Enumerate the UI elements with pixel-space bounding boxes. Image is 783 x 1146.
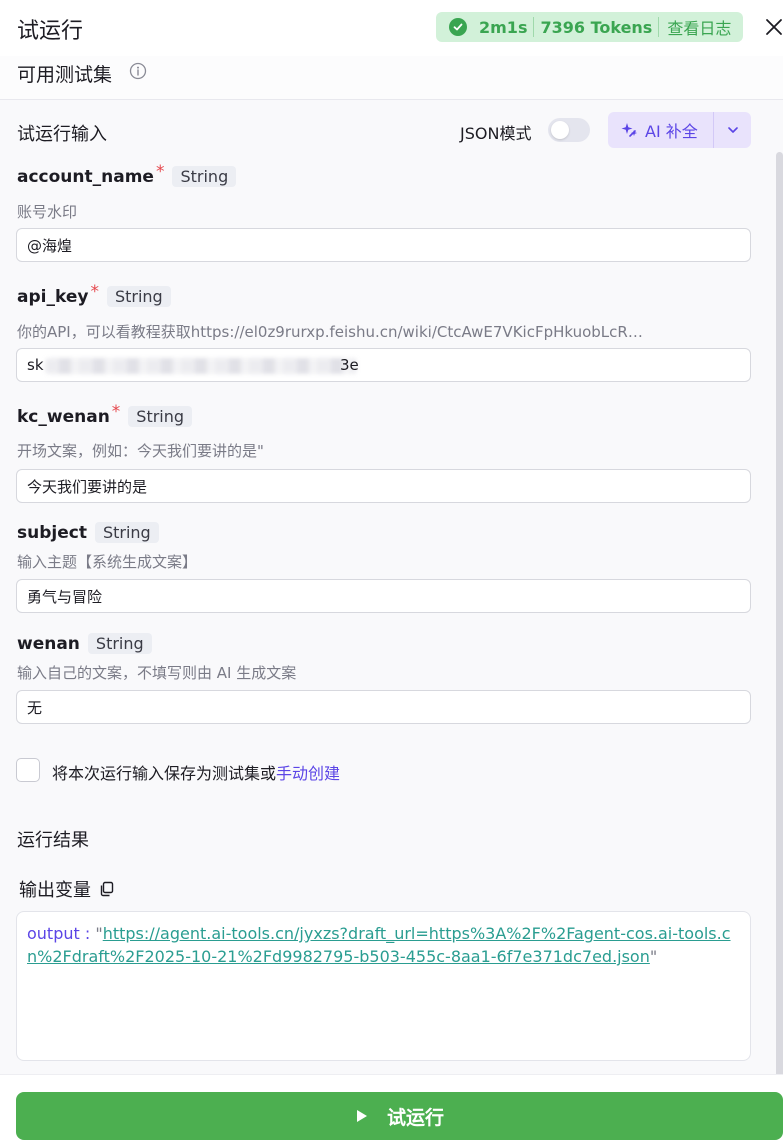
input-value: @海煌 (27, 236, 73, 255)
type-tag: String (94, 522, 159, 543)
scrollbar[interactable] (776, 152, 783, 1074)
input-value: sk (27, 356, 44, 374)
manual-create-link[interactable]: 手动创建 (276, 764, 340, 783)
input-value: 无 (27, 698, 43, 717)
subject-input[interactable]: 勇气与冒险 (16, 579, 751, 613)
play-icon (356, 1110, 367, 1122)
results-title: 运行结果 (17, 830, 89, 851)
json-mode-label: JSON模式 (460, 124, 532, 143)
field-description: 你的API，可以看教程获取https://el0z9rurxp.feishu.c… (17, 323, 643, 341)
output-variables-title: 输出变量 (19, 876, 115, 902)
run-status-badge: 2m1s 7396 Tokens 查看日志 (436, 12, 743, 42)
required-mark: * (90, 281, 99, 302)
field-name: account_name (17, 166, 154, 187)
output-title-text: 输出变量 (19, 880, 91, 901)
test-sets-label: 可用测试集 (17, 64, 113, 86)
separator (658, 17, 660, 37)
wenan-input[interactable]: 无 (16, 690, 751, 724)
field-description: 输入主题【系统生成文案】 (17, 553, 198, 571)
field-label-account-name: account_name * String (17, 162, 237, 187)
required-mark: * (111, 401, 121, 422)
test-sets-bar[interactable]: 可用测试集 (0, 56, 783, 100)
type-tag: String (172, 166, 237, 187)
check-circle-icon (449, 18, 467, 36)
save-option-text: 将本次运行输入保存为测试集或 (52, 764, 277, 783)
info-icon[interactable] (129, 62, 147, 80)
input-value: 今天我们要讲的是 (27, 477, 148, 496)
header: 试运行 2m1s 7396 Tokens 查看日志 (0, 0, 783, 56)
type-tag: String (128, 406, 193, 427)
close-icon[interactable] (764, 17, 783, 37)
field-description: 输入自己的文案，不填写则由 AI 生成文案 (17, 664, 297, 682)
sparkle-icon (621, 123, 637, 137)
chevron-down-icon (727, 127, 738, 133)
run-button-label: 试运行 (386, 1106, 444, 1129)
ai-complete-button[interactable]: AI 补全 (608, 112, 751, 148)
ai-complete-main[interactable]: AI 补全 (608, 112, 714, 148)
field-name: subject (17, 522, 87, 543)
view-logs-link[interactable]: 查看日志 (665, 15, 731, 39)
output-key: output (27, 924, 80, 943)
json-mode-toggle[interactable] (548, 118, 590, 142)
field-name: api_key (17, 286, 89, 307)
input-section-title: 试运行输入 (17, 124, 107, 145)
content-panel: 可用测试集 试运行输入 JSON模式 AI 补全 account_name * S… (0, 56, 783, 1074)
save-as-test-set-checkbox[interactable] (16, 758, 40, 782)
ai-complete-dropdown[interactable] (714, 123, 751, 137)
toggle-knob (551, 121, 569, 139)
field-label-api-key: api_key * String (17, 282, 171, 307)
field-description: 账号水印 (17, 203, 78, 221)
field-label-kc-wenan: kc_wenan * String (17, 402, 193, 427)
required-mark: * (155, 161, 165, 182)
type-tag: String (87, 633, 152, 654)
field-label-subject: subject String (17, 522, 159, 543)
ai-complete-label: AI 补全 (645, 122, 698, 141)
field-name: wenan (17, 633, 80, 654)
account-name-input[interactable]: @海煌 (16, 228, 751, 262)
field-name: kc_wenan (17, 406, 110, 427)
redacted-blur (45, 358, 357, 374)
api-key-input[interactable]: sk 3e (16, 348, 751, 382)
copy-icon[interactable] (99, 881, 115, 897)
output-url-link[interactable]: https://agent.ai-tools.cn/jyxzs?draft_ur… (27, 924, 731, 966)
type-tag: String (106, 286, 171, 307)
save-as-test-set-label: 将本次运行输入保存为测试集或手动创建 (52, 760, 340, 784)
field-description: 开场文案，例如：今天我们要讲的是" (17, 442, 264, 460)
input-value: 勇气与冒险 (27, 587, 103, 606)
input-value-suffix: 3e (340, 356, 359, 374)
separator (533, 17, 535, 37)
field-label-wenan: wenan String (17, 633, 152, 654)
kc-wenan-input[interactable]: 今天我们要讲的是 (16, 469, 751, 503)
token-count: 7396 Tokens (540, 17, 653, 37)
output-box: output : "https://agent.ai-tools.cn/jyxz… (16, 911, 751, 1061)
run-duration: 2m1s (479, 17, 528, 37)
run-button[interactable]: 试运行 (16, 1092, 783, 1140)
page-title: 试运行 (17, 19, 84, 44)
